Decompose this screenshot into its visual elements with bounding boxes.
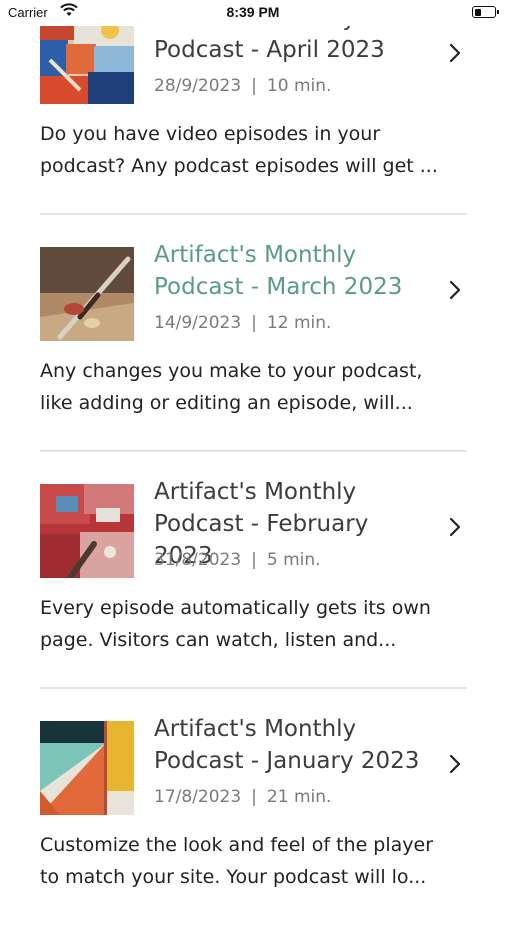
episode-meta: 28/9/2023 | 10 min. <box>154 76 331 96</box>
episode-description-line2: podcast? Any podcast episodes will get .… <box>40 155 438 177</box>
episode-duration: 5 min. <box>266 550 321 570</box>
status-time: 8:39 PM <box>226 4 280 20</box>
episode-duration: 12 min. <box>266 313 332 333</box>
episode-title[interactable]: Artifact's Monthly Podcast - March 2023 <box>154 239 434 303</box>
episode-description: Every episode automatically gets its own… <box>40 592 470 656</box>
episode-duration: 21 min. <box>266 787 332 807</box>
episode-title-line2: Podcast - April 2023 <box>154 37 385 63</box>
episode-title-line2: Podcast - March 2023 <box>154 274 403 300</box>
divider <box>40 687 467 689</box>
battery-level <box>474 8 481 16</box>
episode-item[interactable]: Artifact's Monthly Podcast - January 202… <box>0 703 506 940</box>
chevron-right-icon[interactable] <box>444 279 466 301</box>
chevron-right-icon[interactable] <box>444 516 466 538</box>
meta-separator: | <box>251 787 257 807</box>
episode-meta: 14/9/2023 | 12 min. <box>154 313 331 333</box>
episode-duration: 10 min. <box>266 76 332 96</box>
episode-thumbnail[interactable] <box>40 247 134 341</box>
episode-description-line2: to match your site. Your podcast will lo… <box>40 866 427 888</box>
episode-description-line2: page. Visitors can watch, listen and... <box>40 629 397 651</box>
episode-description-line1: Any changes you make to your podcast, <box>40 360 423 382</box>
episode-description: Customize the look and feel of the playe… <box>40 829 470 893</box>
episode-thumbnail[interactable] <box>40 721 134 815</box>
episode-title-line2: Podcast - January 2023 <box>154 748 420 774</box>
episode-description-line1: Every episode automatically gets its own <box>40 597 431 619</box>
divider <box>40 213 467 215</box>
meta-separator: | <box>251 313 257 333</box>
episode-date: 17/8/2023 <box>154 787 242 807</box>
battery-icon <box>472 6 499 18</box>
episode-title-line1: Artifact's Monthly <box>154 479 357 505</box>
episode-title[interactable]: Artifact's Monthly Podcast - January 202… <box>154 713 434 777</box>
episode-description-line1: Customize the look and feel of the playe… <box>40 834 434 856</box>
episode-title-line1: Artifact's Monthly <box>154 242 357 268</box>
divider <box>40 450 467 452</box>
episode-description-line2: like adding or editing an episode, will.… <box>40 392 413 414</box>
episode-date: 31/8/2023 <box>154 550 242 570</box>
chevron-right-icon[interactable] <box>444 753 466 775</box>
episode-meta: 17/8/2023 | 21 min. <box>154 787 331 807</box>
episode-date: 14/9/2023 <box>154 313 242 333</box>
chevron-right-icon[interactable] <box>444 42 466 64</box>
episode-description: Any changes you make to your podcast, li… <box>40 355 470 419</box>
episode-description: Do you have video episodes in your podca… <box>40 118 470 182</box>
episode-description-line1: Do you have video episodes in your <box>40 123 381 145</box>
episode-list: Artifact's Monthly Podcast - April 2023 … <box>0 0 506 940</box>
episode-date: 28/9/2023 <box>154 76 242 96</box>
meta-separator: | <box>251 550 257 570</box>
episode-item[interactable]: Artifact's Monthly Podcast - February 20… <box>0 466 506 703</box>
status-bar: Carrier 8:39 PM <box>0 0 506 26</box>
episode-item[interactable]: Artifact's Monthly Podcast - April 2023 … <box>0 0 506 229</box>
episode-thumbnail[interactable] <box>40 484 134 578</box>
meta-separator: | <box>251 76 257 96</box>
episode-meta: 31/8/2023 | 5 min. <box>154 550 321 570</box>
episode-title-line1: Artifact's Monthly <box>154 716 357 742</box>
episode-item[interactable]: Artifact's Monthly Podcast - March 2023 … <box>0 229 506 466</box>
